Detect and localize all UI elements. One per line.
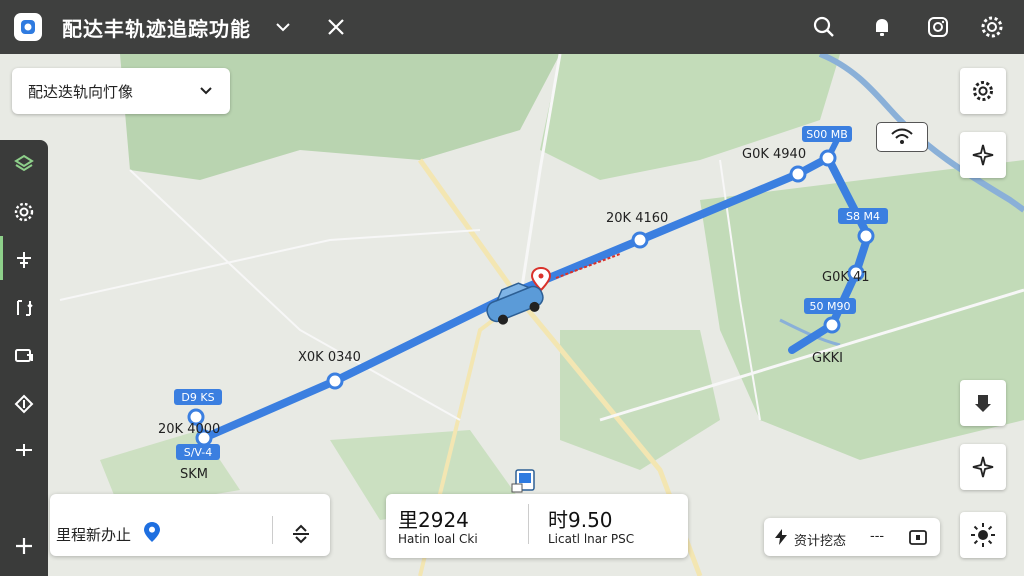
waypoint-tag: S8 M4 <box>838 208 888 224</box>
waypoint-node[interactable] <box>326 372 344 390</box>
waypoint-label: X0K 0340 <box>298 350 361 365</box>
close-icon[interactable] <box>324 15 348 39</box>
lightning-icon <box>775 529 787 545</box>
map-settings-button[interactable] <box>960 68 1006 114</box>
bell-icon[interactable] <box>869 14 895 40</box>
download-button[interactable] <box>960 380 1006 426</box>
signal-chip[interactable] <box>876 122 928 152</box>
camera-icon[interactable] <box>925 14 951 40</box>
waypoint-label: SKM <box>180 467 208 482</box>
svg-text:S00 MB: S00 MB <box>806 128 848 141</box>
mileage-filter-label: 里程新办止 <box>56 526 132 544</box>
waypoint-tag: D9 KS <box>174 389 222 405</box>
svg-text:D9 KS: D9 KS <box>181 391 214 404</box>
search-icon[interactable] <box>811 14 837 40</box>
waypoint-tag: S00 MB <box>802 126 852 142</box>
waypoint-node[interactable] <box>631 231 649 249</box>
status-text: 资计挖态 <box>794 534 847 549</box>
waypoint-tag: 50 M90 <box>804 298 856 314</box>
stat-divider <box>528 504 529 544</box>
svg-text:S8 M4: S8 M4 <box>846 210 880 223</box>
waypoint-label: G0K 4940 <box>742 147 806 162</box>
svg-text:S/V-4: S/V-4 <box>184 446 213 459</box>
waypoint-tag: S/V-4 <box>176 444 220 460</box>
waypoint-node[interactable] <box>823 316 841 334</box>
locate-star-icon <box>972 144 994 166</box>
sparkle-icon <box>972 456 994 478</box>
left-tool-rail <box>0 140 48 576</box>
vehicle-icon[interactable] <box>482 282 548 326</box>
status-chip[interactable]: 资计挖态 --- <box>764 518 940 556</box>
time-value: 时9.50 <box>548 508 613 532</box>
download-icon <box>975 395 991 412</box>
divider-icon[interactable] <box>10 436 38 464</box>
settings-gear-icon <box>973 81 993 101</box>
top-bar: 配达丰轨迹追踪功能 <box>0 0 1024 54</box>
brightness-button[interactable] <box>960 512 1006 558</box>
swap-icon[interactable] <box>10 294 38 322</box>
route-icon[interactable] <box>10 246 38 274</box>
compass-icon[interactable] <box>10 390 38 418</box>
plus-icon[interactable] <box>10 532 38 560</box>
chevron-down-icon <box>200 87 212 95</box>
waypoint-node[interactable] <box>789 165 807 183</box>
waypoint-label: G0K 41 <box>822 270 870 285</box>
layers-icon[interactable] <box>10 150 38 178</box>
waypoint-label: GKKI <box>812 351 843 366</box>
wifi-icon <box>891 128 913 144</box>
distance-caption: Hatin loal Cki <box>398 532 478 546</box>
device-icon[interactable] <box>510 468 540 496</box>
active-indicator <box>0 236 3 280</box>
trip-stats-card: 里2924 Hatin loal Cki 时9.50 Licatl lnar P… <box>386 494 688 558</box>
app-logo-icon[interactable] <box>14 13 42 41</box>
app-title: 配达丰轨迹追踪功能 <box>62 17 251 41</box>
mileage-filter-card[interactable]: 里程新办止 <box>50 494 330 556</box>
sun-icon <box>971 523 995 547</box>
waypoint-node[interactable] <box>819 149 837 167</box>
recenter-button[interactable] <box>960 444 1006 490</box>
waypoint-node[interactable] <box>857 227 875 245</box>
settings-cog-icon[interactable] <box>10 198 38 226</box>
dropdown-label: 配达迭轨向忊像 <box>28 82 134 101</box>
distance-value: 里2924 <box>398 508 469 532</box>
track-mode-dropdown[interactable]: 配达迭轨向忊像 <box>12 68 230 114</box>
chevron-down-icon[interactable] <box>272 16 294 38</box>
screen-icon[interactable] <box>10 342 38 370</box>
status-value: --- <box>870 529 885 544</box>
sort-icon[interactable] <box>290 522 312 544</box>
time-caption: Licatl lnar PSC <box>548 532 635 546</box>
map-pin-icon <box>144 522 160 542</box>
waypoint-label: 20K 4000 <box>158 422 220 437</box>
locate-button[interactable] <box>960 132 1006 178</box>
svg-text:50 M90: 50 M90 <box>810 300 851 313</box>
waypoint-label: 20K 4160 <box>606 211 668 226</box>
card-divider <box>272 516 273 544</box>
camera-frame-icon[interactable] <box>908 528 928 546</box>
gear-icon[interactable] <box>979 14 1005 40</box>
